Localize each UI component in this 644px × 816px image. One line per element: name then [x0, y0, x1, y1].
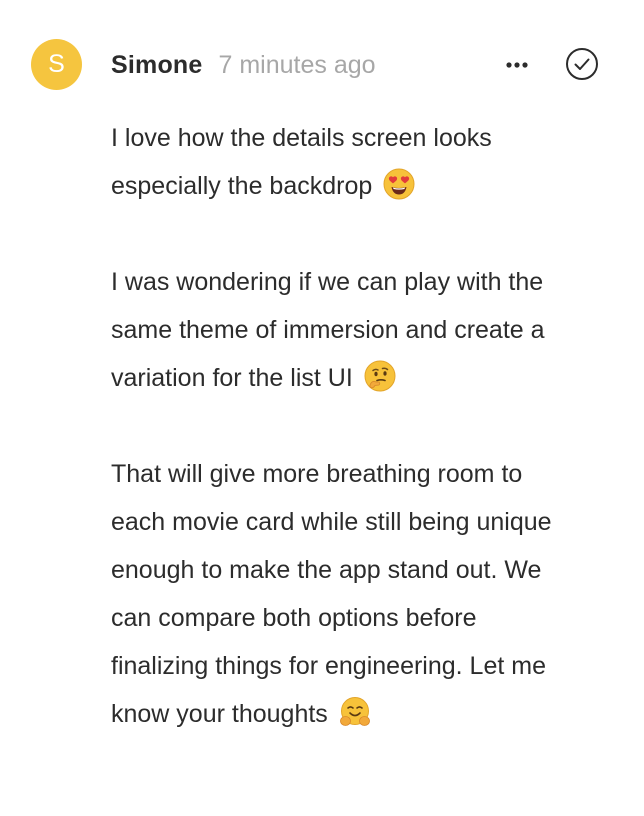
- hugging-face-emoji-icon: [339, 697, 370, 726]
- paragraph-text: I love how the details screen looks espe…: [111, 124, 492, 200]
- timestamp: 7 minutes ago: [218, 50, 376, 79]
- comment-paragraph: I love how the details screen looks espe…: [111, 114, 571, 210]
- comment-card: S Simone 7 minutes ago I love how the de…: [0, 0, 644, 816]
- avatar-initial: S: [48, 50, 65, 78]
- heart-eyes-emoji-icon: [383, 168, 415, 200]
- paragraph-text: That will give more breathing room to ea…: [111, 460, 552, 728]
- comment-header: Simone 7 minutes ago: [111, 48, 376, 82]
- thinking-face-emoji-icon: [364, 360, 396, 392]
- comment-body: I love how the details screen looks espe…: [111, 114, 571, 738]
- paragraph-text: I was wondering if we can play with the …: [111, 268, 545, 392]
- comment-paragraph: That will give more breathing room to ea…: [111, 450, 571, 738]
- avatar[interactable]: S: [31, 39, 82, 90]
- resolve-button[interactable]: [565, 47, 599, 81]
- comment-paragraph: I was wondering if we can play with the …: [111, 258, 571, 402]
- more-options-button[interactable]: [500, 48, 534, 82]
- author-name[interactable]: Simone: [111, 51, 203, 80]
- check-circle-icon: [566, 48, 598, 80]
- more-horizontal-icon: [506, 62, 528, 68]
